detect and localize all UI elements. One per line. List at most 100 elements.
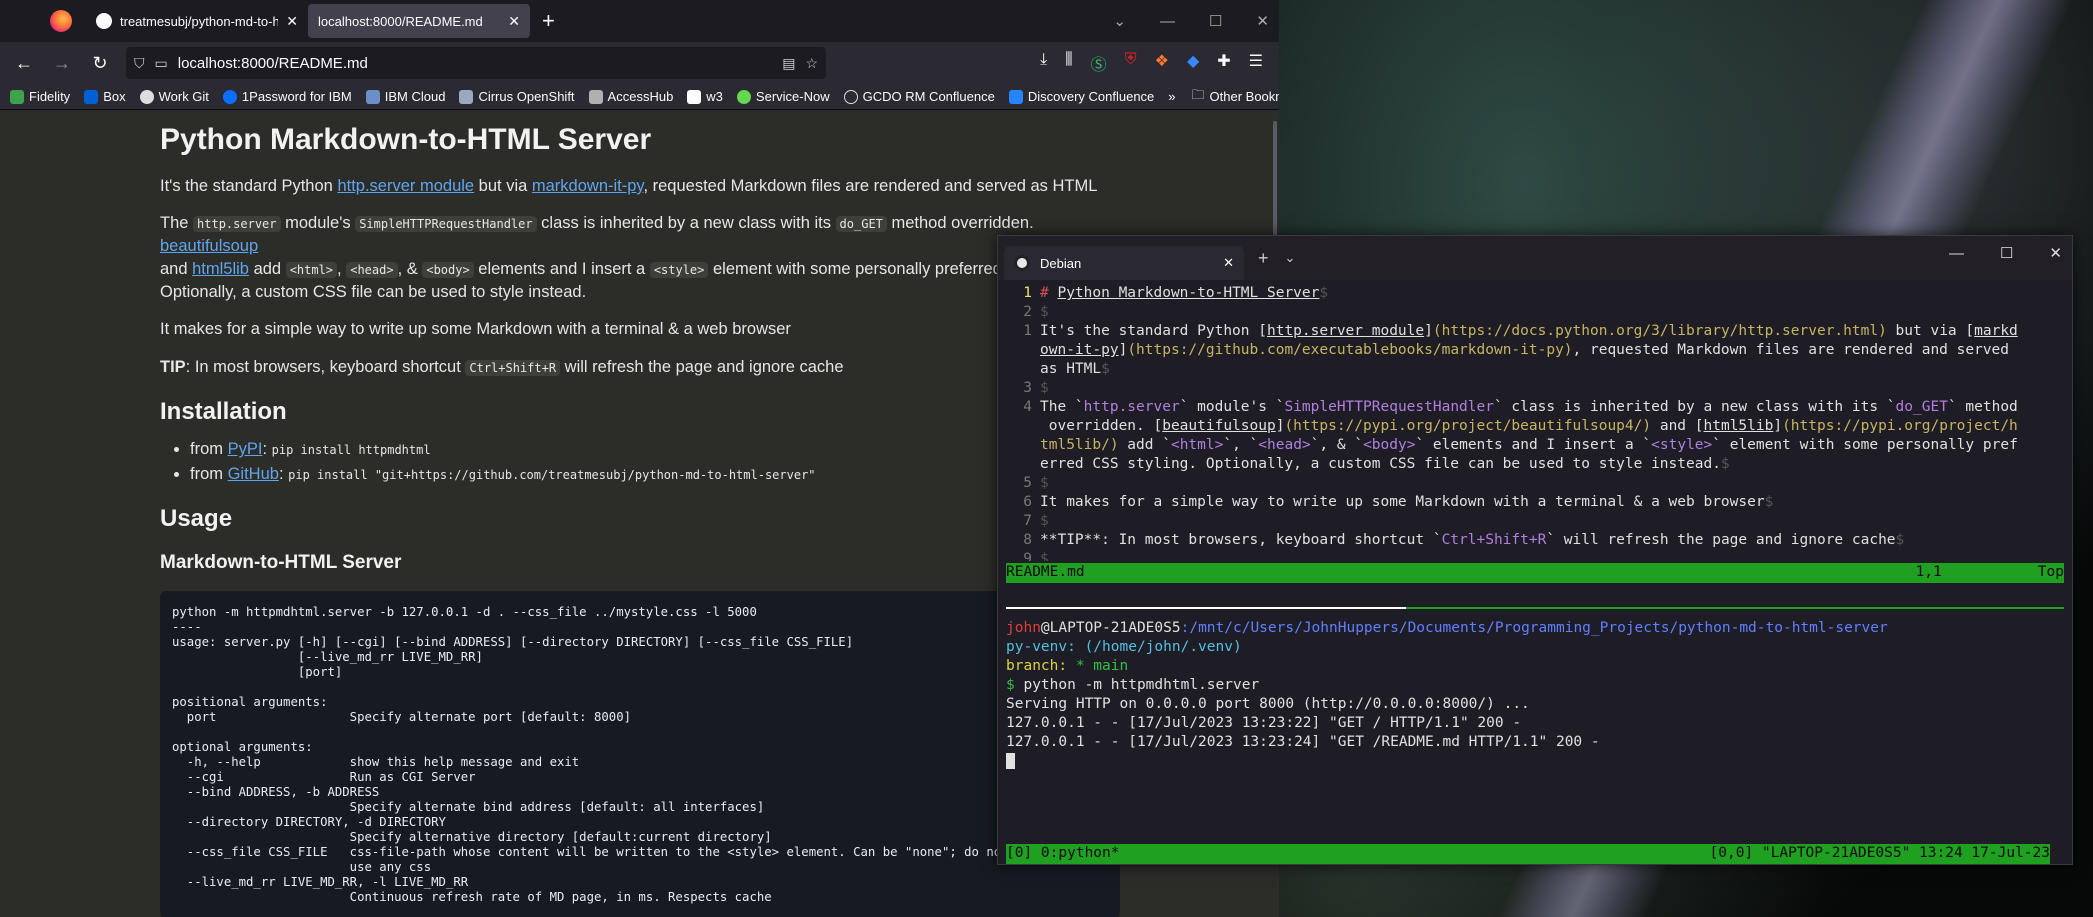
window-controls: ⌄ — ☐ ✕ [1113, 0, 1269, 42]
extension-fox-icon[interactable]: ❖ [1155, 51, 1169, 75]
extensions-icon[interactable]: ✚ [1217, 51, 1230, 75]
vim-pane[interactable]: 1 # Python Markdown-to-HTML Server$ 2 $ 1I… [1006, 284, 2064, 583]
terminal-body[interactable]: 1 # Python Markdown-to-HTML Server$ 2 $ 1I… [998, 280, 2072, 864]
window-controls: — ☐ ✕ [1949, 236, 2062, 270]
reader-view-icon[interactable]: ▤ [782, 55, 795, 72]
minimize-button[interactable]: — [1949, 245, 1964, 262]
installation-heading: Installation [160, 397, 287, 425]
extension-lock-icon[interactable]: ◆ [1187, 51, 1199, 75]
vim-line: own-it-py](https://github.com/executable… [1040, 342, 2010, 358]
url-bar[interactable]: ⛉ ▭ localhost:8000/README.md ▤ ☆ [126, 47, 826, 79]
command-line: $ python -m httpmdhtml.server [1006, 676, 2064, 695]
menu-icon[interactable]: ☰ [1249, 51, 1263, 75]
toolbar-icons: ⤓ ⫼ Ⓢ ⛨ ❖ ◆ ✚ ☰ [1040, 51, 1271, 75]
text: : In most browsers, keyboard shortcut [185, 357, 466, 376]
install-command: pip install httpmdhtml [271, 443, 431, 458]
tab-github[interactable]: treatmesubj/python-md-to-htm ✕ [86, 4, 308, 38]
install-list: from PyPI: pip install httpmdhtml from G… [190, 438, 1120, 486]
chevron-right-icon[interactable]: » [1168, 89, 1175, 104]
new-tab-button[interactable]: + [1258, 248, 1269, 269]
vim-line: erred CSS styling. Optionally, a custom … [1040, 456, 1730, 472]
forward-button[interactable]: → [46, 47, 78, 79]
link-markdown-it-py[interactable]: markdown-it-py [532, 177, 644, 195]
bookmark-cirrus[interactable]: Cirrus OpenShift [459, 89, 575, 104]
prompt-host: @LAPTOP-21ADE0S5 [1040, 620, 1181, 636]
inline-code: <head> [346, 262, 398, 279]
box-icon [84, 89, 99, 104]
text: ` class is inherited by a new class with… [1493, 399, 1896, 415]
text: The ` [1040, 399, 1084, 415]
bookmark-fidelity[interactable]: Fidelity [10, 89, 70, 104]
new-tab-button[interactable]: + [542, 8, 555, 34]
text: , requested Markdown files are rendered … [1572, 342, 2010, 358]
text: as HTML [1040, 361, 1102, 377]
minimize-button[interactable]: — [1160, 13, 1175, 30]
pane-divider[interactable] [1006, 607, 2064, 609]
text: <body> [1363, 437, 1416, 453]
text: , requested Markdown files are rendered … [643, 177, 1098, 195]
link-beautifulsoup[interactable]: beautifulsoup [160, 237, 258, 255]
close-icon[interactable]: ✕ [286, 13, 298, 30]
text: do_GET [1895, 399, 1948, 415]
tip-paragraph: TIP: In most browsers, keyboard shortcut… [160, 356, 1120, 379]
text: beautifulsoup [1162, 418, 1276, 434]
maximize-button[interactable]: ☐ [2000, 244, 2013, 262]
tab-debian[interactable]: Debian ✕ [1004, 246, 1244, 280]
text: but via [474, 177, 532, 195]
close-icon[interactable]: ✕ [508, 13, 520, 30]
vim-line: 7 $ [1023, 513, 1049, 529]
vim-line: overridden. [beautifulsoup](https://pypi… [1040, 418, 2018, 434]
text: It's the standard Python [160, 177, 338, 195]
bookmark-work-git[interactable]: Work Git [139, 89, 209, 104]
other-bookmarks[interactable]: 🗀 Other Bookmarks [1192, 86, 1279, 108]
bookmark-1password[interactable]: 1Password for IBM [222, 89, 352, 104]
terminal-titlebar: Debian ✕ + ⌄ — ☐ ✕ [998, 236, 2072, 280]
bookmark-accesshub[interactable]: AccessHub [588, 89, 673, 104]
text: The [160, 214, 194, 233]
tmux-window-list[interactable]: [0] 0:python* [1006, 844, 1120, 864]
url-text[interactable]: localhost:8000/README.md [178, 55, 772, 72]
list-all-tabs-icon[interactable]: ⌄ [1113, 12, 1126, 30]
vim-line: 1 # Python Markdown-to-HTML Server$ [1023, 285, 1329, 301]
list-item: from GitHub: pip install "git+https://gi… [190, 463, 1120, 486]
text: tml5lib/) [1040, 437, 1119, 453]
bookmark-servicenow[interactable]: Service-Now [736, 89, 830, 104]
text: It makes for a simple way to write up so… [1040, 494, 1765, 510]
close-window-button[interactable]: ✕ [2049, 244, 2062, 262]
github-icon [139, 89, 154, 104]
vim-line: 2 $ [1023, 304, 1049, 320]
vim-line: 3 $ [1023, 380, 1049, 396]
usage-heading: Usage [160, 505, 233, 533]
page-icon[interactable]: ▭ [155, 55, 168, 72]
link-html5lib[interactable]: html5lib [192, 260, 249, 278]
firefox-icon[interactable] [50, 10, 72, 32]
downloads-icon[interactable]: ⤓ [1040, 51, 1047, 75]
link-github[interactable]: GitHub [228, 465, 279, 483]
bookmark-star-icon[interactable]: ☆ [805, 55, 818, 72]
close-icon[interactable]: ✕ [1223, 255, 1234, 271]
bookmark-gcdo[interactable]: GCDO RM Confluence [843, 89, 995, 104]
summary-paragraph: It makes for a simple way to write up so… [160, 320, 791, 339]
bookmark-box[interactable]: Box [84, 89, 126, 104]
reload-button[interactable]: ↻ [84, 47, 116, 79]
bookmark-discovery[interactable]: Discovery Confluence [1008, 89, 1154, 104]
output-line: 127.0.0.1 - - [17/Jul/2023 13:23:24] "GE… [1006, 734, 1600, 750]
close-window-button[interactable]: ✕ [1256, 12, 1269, 30]
bookmark-w3[interactable]: w3 [687, 89, 723, 104]
tab-readme[interactable]: localhost:8000/README.md ✕ [308, 4, 530, 38]
branch-name: * main [1067, 658, 1129, 674]
status-position: 1,1 [1915, 564, 1942, 580]
link-pypi[interactable]: PyPI [228, 440, 263, 458]
cursor-line [1006, 752, 2064, 771]
maximize-button[interactable]: ☐ [1209, 12, 1222, 30]
extension-s-icon[interactable]: Ⓢ [1091, 51, 1107, 75]
library-icon[interactable]: ⫼ [1065, 51, 1072, 75]
bookmark-ibm-cloud[interactable]: IBM Cloud [365, 89, 445, 104]
back-button[interactable]: ← [8, 47, 40, 79]
chevron-down-icon[interactable]: ⌄ [1285, 250, 1296, 266]
link-http-server[interactable]: http.server module [337, 177, 474, 195]
shell-pane[interactable]: john@LAPTOP-21ADE0S5:/mnt/c/Users/JohnHu… [1006, 619, 2064, 771]
ublock-icon[interactable]: ⛨ [1125, 51, 1137, 75]
fidelity-icon [10, 89, 24, 104]
shield-icon[interactable]: ⛉ [134, 55, 145, 72]
